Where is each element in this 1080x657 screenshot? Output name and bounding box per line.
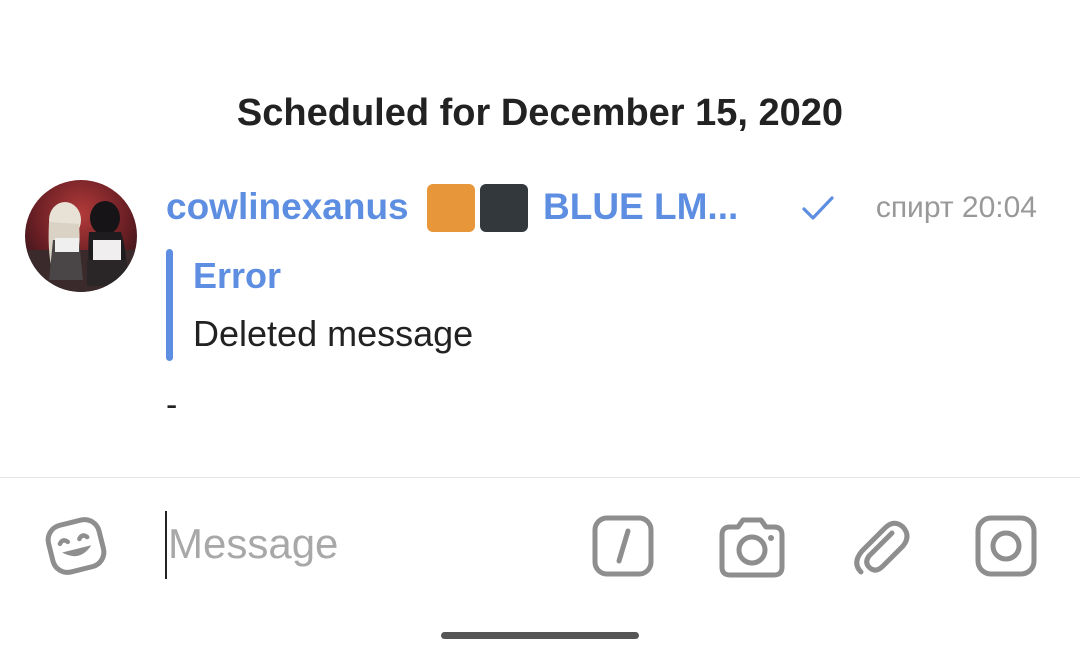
bot-commands-icon[interactable] <box>590 513 656 579</box>
dark-square-emoji <box>480 184 528 232</box>
message-time: спирт 20:04 <box>875 191 1037 224</box>
message-text: - <box>166 386 178 424</box>
orange-square-emoji <box>427 184 475 232</box>
sender-name[interactable]: cowlinexanus <box>166 186 409 228</box>
avatar-image <box>25 180 137 292</box>
reply-accent-bar <box>166 249 173 361</box>
message-header: cowlinexanus BLUE LM... спирт 20:04 <box>166 184 1041 232</box>
sticker-emoji-icon[interactable] <box>43 513 109 579</box>
avatar[interactable] <box>25 180 137 292</box>
chat-screen: Scheduled for December 15, 2020 cowlinex… <box>0 0 1080 657</box>
reply-title: Error <box>193 255 282 296</box>
scheduled-date-header: Scheduled for December 15, 2020 <box>236 92 844 134</box>
message-input-bar <box>0 478 1080 618</box>
camera-icon[interactable] <box>716 511 788 583</box>
paperclip-icon[interactable] <box>848 513 914 579</box>
reply-text: Deleted message <box>193 313 474 354</box>
home-indicator[interactable] <box>441 632 639 639</box>
sent-check-icon <box>802 196 834 220</box>
text-cursor <box>165 511 167 579</box>
reply-preview[interactable]: Error Deleted message <box>166 249 766 361</box>
message-input[interactable] <box>168 514 568 574</box>
instagram-icon[interactable] <box>973 513 1039 579</box>
forwarded-from-name[interactable]: BLUE LM... <box>543 186 738 228</box>
